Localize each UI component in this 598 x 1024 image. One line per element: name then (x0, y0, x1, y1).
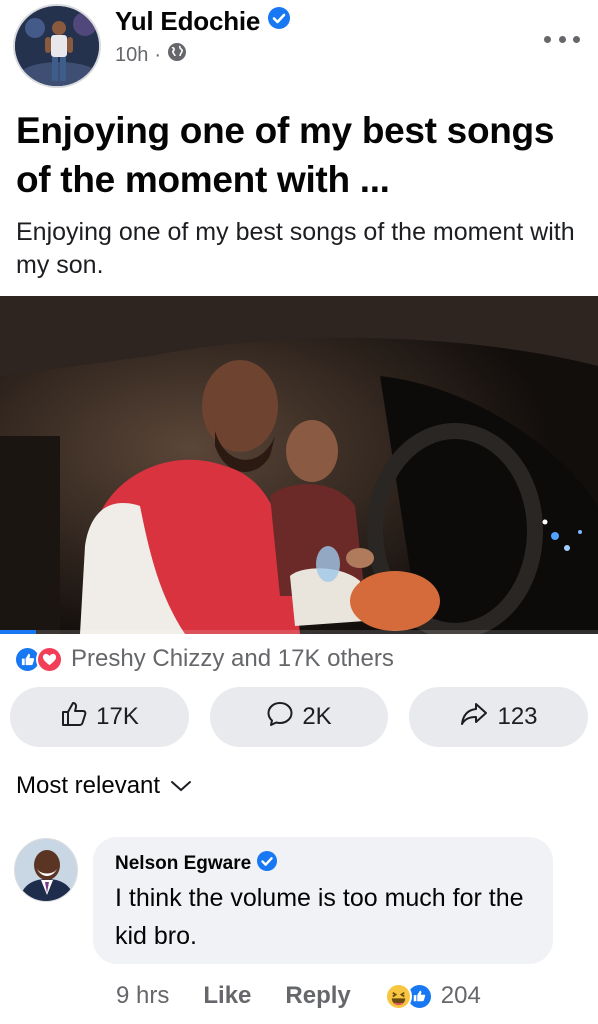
share-arrow-icon (459, 700, 489, 735)
share-button[interactable]: 123 (409, 687, 588, 747)
comment-time[interactable]: 9 hrs (116, 982, 169, 1010)
comment-count: 2K (302, 703, 332, 730)
share-count: 123 (497, 703, 538, 730)
post-header: Yul Edochie 10h · (0, 0, 598, 100)
reactions-summary-text[interactable]: Preshy Chizzy and 17K others (71, 645, 394, 673)
author-name-row[interactable]: Yul Edochie (115, 5, 291, 37)
author-name[interactable]: Yul Edochie (115, 6, 260, 36)
more-options-icon[interactable] (544, 30, 580, 48)
chevron-down-icon (170, 772, 192, 800)
commenter-name-row[interactable]: Nelson Egware (115, 851, 278, 877)
comment-footer: 9 hrs Like Reply 204 (116, 980, 481, 1012)
like-button[interactable]: 17K (10, 687, 189, 747)
reactions-summary[interactable]: Preshy Chizzy and 17K others (14, 644, 394, 674)
video-progress-bar[interactable] (0, 630, 598, 634)
verified-badge-icon (257, 851, 278, 877)
post-description: Enjoying one of my best songs of the mom… (16, 218, 575, 279)
post-title[interactable]: Enjoying one of my best songs of the mom… (16, 106, 586, 204)
sort-label: Most relevant (16, 772, 161, 799)
post-time[interactable]: 10h (115, 44, 148, 67)
like-count: 17K (96, 703, 139, 730)
comment-button[interactable]: 2K (210, 687, 388, 747)
comment-reply-button[interactable]: Reply (285, 982, 350, 1010)
globe-icon (167, 42, 187, 68)
love-icon (36, 645, 63, 673)
commenter-name[interactable]: Nelson Egware (115, 853, 251, 875)
comment-reactions[interactable]: 204 (384, 982, 481, 1010)
comment-sort-dropdown[interactable]: Most relevant (16, 772, 192, 800)
comment-like-button[interactable]: Like (203, 982, 251, 1010)
comment-bubble-icon (266, 700, 294, 735)
verified-badge-icon (268, 5, 291, 36)
haha-icon (384, 982, 412, 1010)
thumbs-up-icon (60, 700, 88, 735)
post-actions: 17K 2K 123 (10, 687, 588, 747)
author-avatar[interactable] (13, 4, 101, 88)
video-player[interactable] (0, 296, 598, 634)
meta-separator: · (154, 43, 162, 66)
comment-reaction-count: 204 (440, 982, 481, 1009)
video-frame (0, 296, 598, 634)
post-meta: 10h · (115, 42, 187, 68)
comment-bubble: Nelson Egware I think the volume is too … (93, 837, 553, 964)
commenter-avatar[interactable] (14, 838, 78, 902)
video-progress-fill (0, 630, 36, 634)
comment-text: I think the volume is too much for the k… (115, 884, 524, 950)
